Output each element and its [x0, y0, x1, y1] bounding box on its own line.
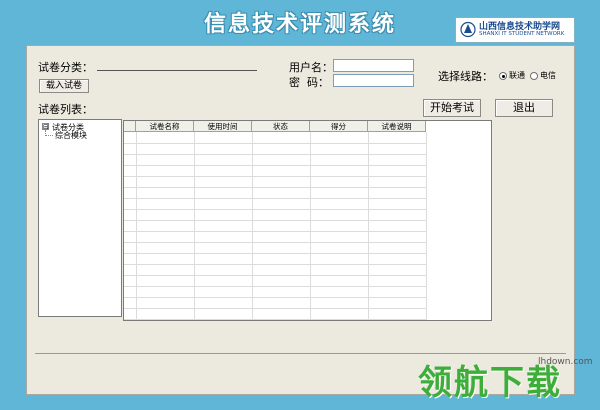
grid-column-line	[368, 132, 369, 320]
status-bar-line	[35, 353, 566, 354]
paper-table[interactable]: 试卷名称 使用时间 状态 得分 试卷说明	[123, 120, 492, 321]
password-label: 密 码：	[289, 76, 329, 89]
grid-column-line	[252, 132, 253, 320]
route-unicom-label: 联通	[509, 71, 525, 80]
grid-row-line	[124, 220, 426, 221]
grid-row-line	[124, 143, 426, 144]
logo-icon	[460, 21, 476, 38]
table-corner-header	[124, 121, 136, 132]
tree-child-node[interactable]: 综合模块	[55, 130, 87, 141]
route-label: 选择线路：	[438, 70, 493, 83]
grid-row-line	[124, 253, 426, 254]
column-header-time[interactable]: 使用时间	[194, 121, 252, 132]
route-unicom-radio[interactable]	[499, 72, 507, 80]
grid-row-line	[124, 297, 426, 298]
load-paper-button[interactable]: 载入试卷	[39, 79, 89, 93]
username-input[interactable]	[333, 59, 414, 72]
grid-column-line	[426, 132, 427, 320]
route-telecom-label: 电信	[540, 71, 556, 80]
grid-column-line	[194, 132, 195, 320]
username-label: 用户名：	[289, 61, 333, 74]
grid-row-line	[124, 242, 426, 243]
grid-row-line	[124, 176, 426, 177]
exit-button[interactable]: 退出	[495, 99, 553, 117]
start-exam-button[interactable]: 开始考试	[423, 99, 481, 117]
grid-row-line	[124, 154, 426, 155]
column-header-status[interactable]: 状态	[252, 121, 310, 132]
grid-column-line	[136, 132, 137, 320]
column-header-name[interactable]: 试卷名称	[136, 121, 194, 132]
paper-category-tree[interactable]: ⊟ 试卷分类 综合模块	[38, 119, 122, 317]
logo-name-en: SHANXI IT STUDENT NETWORK	[479, 31, 565, 37]
grid-row-line	[124, 275, 426, 276]
grid-row-line	[124, 187, 426, 188]
paper-category-label: 试卷分类：	[38, 61, 93, 74]
grid-row-line	[124, 308, 426, 309]
grid-row-line	[124, 209, 426, 210]
grid-row-line	[124, 286, 426, 287]
main-panel: 试卷分类： 载入试卷 用户名： 密 码： 选择线路： 联通 电信 试卷列表： 开…	[26, 45, 575, 395]
grid-column-line	[310, 132, 311, 320]
grid-row-line	[124, 198, 426, 199]
logo: 山西信息技术助学网 SHANXI IT STUDENT NETWORK	[455, 17, 575, 43]
tree-collapse-icon[interactable]: ⊟	[42, 123, 49, 131]
route-telecom-radio[interactable]	[530, 72, 538, 80]
paper-category-line[interactable]	[97, 70, 257, 71]
column-header-description[interactable]: 试卷说明	[368, 121, 426, 132]
grid-row-line	[124, 319, 426, 320]
watermark-url: lhdown.com	[538, 357, 593, 367]
column-header-score[interactable]: 得分	[310, 121, 368, 132]
grid-row-line	[124, 264, 426, 265]
paper-list-label: 试卷列表：	[38, 103, 93, 116]
grid-row-line	[124, 165, 426, 166]
grid-row-line	[124, 231, 426, 232]
password-input[interactable]	[333, 74, 414, 87]
